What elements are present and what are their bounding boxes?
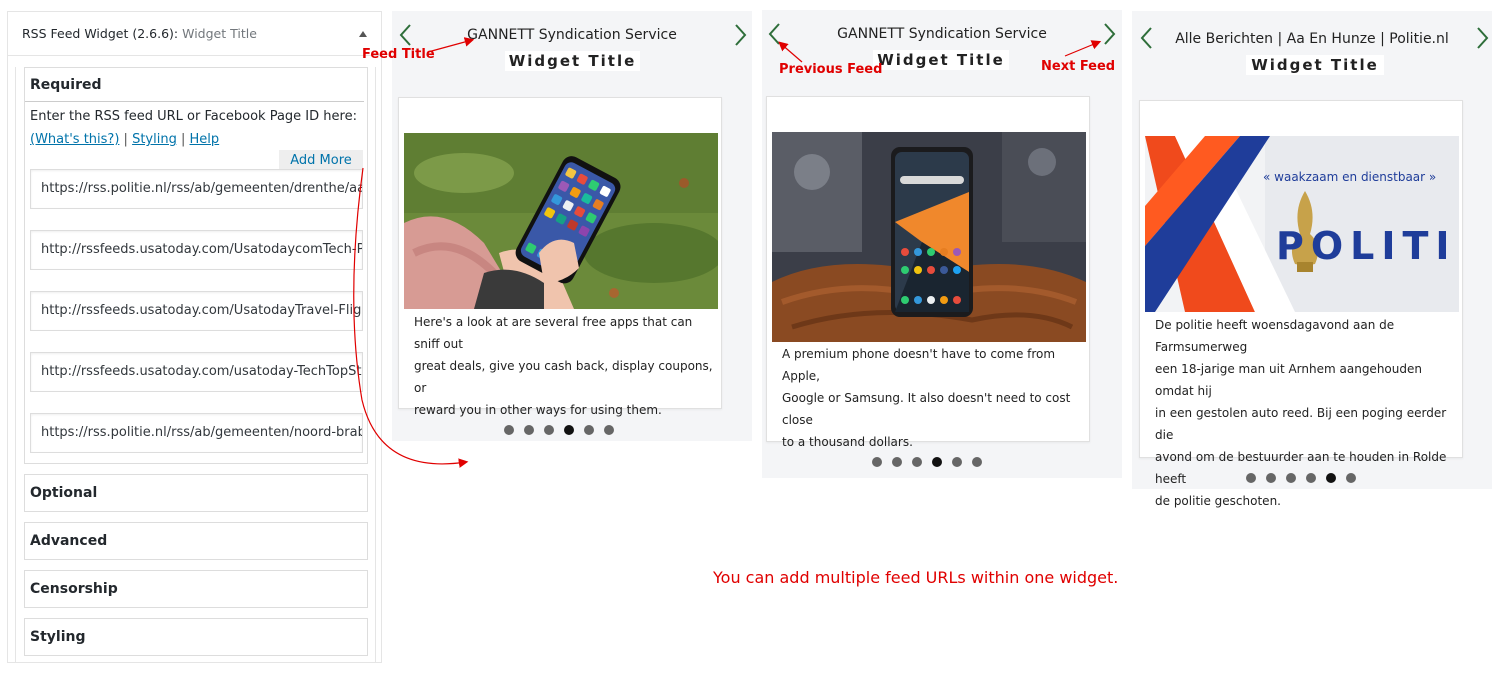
link-separator: | xyxy=(180,132,186,147)
excerpt-line: Here's a look at are several free apps t… xyxy=(414,315,693,351)
excerpt-line: de politie geschoten. xyxy=(1155,494,1281,508)
widget-name: RSS Feed Widget xyxy=(22,26,129,41)
carousel-dots xyxy=(1246,473,1356,483)
feed-widget-3: Alle Berichten | Aa En Hunze | Politie.n… xyxy=(1132,11,1492,508)
feed-url-input-5[interactable]: https://rss.politie.nl/rss/ab/gemeenten/… xyxy=(30,413,363,453)
politie-logo-text: POLITIE xyxy=(1276,224,1459,268)
feed-widget-2: GANNETT Syndication Service Widget Title xyxy=(762,10,1122,478)
widget-heading: Widget Title xyxy=(505,51,640,71)
phone-in-hand-photo[interactable] xyxy=(404,133,718,309)
widget-heading: Widget Title xyxy=(873,50,1009,70)
excerpt-line: Google or Samsung. It also doesn't need … xyxy=(782,391,1071,427)
add-more-button[interactable]: Add More xyxy=(279,150,363,170)
link-separator: | xyxy=(123,132,128,147)
carousel-dot[interactable] xyxy=(1266,473,1276,483)
multiple-feeds-note: You can add multiple feed URLs within on… xyxy=(713,568,1119,587)
excerpt-line: avond om de bestuurder aan te houden in … xyxy=(1155,450,1447,486)
carousel-dots xyxy=(504,425,614,435)
carousel-dot[interactable] xyxy=(604,425,614,435)
next-feed-arrow-icon[interactable] xyxy=(1476,26,1490,50)
carousel-dot[interactable] xyxy=(1306,473,1316,483)
excerpt-line: A premium phone doesn't have to come fro… xyxy=(782,347,1056,383)
feed-item-card[interactable]: « waakzaam en dienstbaar » POLITIE De po… xyxy=(1139,100,1463,508)
styling-link[interactable]: Styling xyxy=(132,132,177,147)
carousel-dot[interactable] xyxy=(524,425,534,435)
required-section: Required Enter the RSS feed URL or Faceb… xyxy=(24,67,368,464)
smartphone-on-cushion-photo[interactable] xyxy=(772,132,1086,342)
help-links: (What's this?) | Styling | Help xyxy=(30,132,219,147)
advanced-section[interactable]: Advanced xyxy=(24,522,368,560)
carousel-dot[interactable] xyxy=(1286,473,1296,483)
carousel-dot-active[interactable] xyxy=(564,425,574,435)
next-feed-annotation: Next Feed xyxy=(1041,59,1116,74)
feed-widget-1: GANNETT Syndication Service Widget Title xyxy=(392,11,752,441)
carousel-dot[interactable] xyxy=(912,457,922,467)
excerpt-line: great deals, give you cash back, display… xyxy=(414,359,713,395)
carousel-dot[interactable] xyxy=(1246,473,1256,483)
feed-title: GANNETT Syndication Service xyxy=(837,26,1047,42)
widget-heading: Widget Title xyxy=(1246,55,1384,75)
feed-title: GANNETT Syndication Service xyxy=(467,27,677,43)
carousel-dot[interactable] xyxy=(504,425,514,435)
next-feed-arrow-icon[interactable] xyxy=(734,23,748,47)
feed-title-annotation: Feed Title xyxy=(362,47,435,62)
carousel-dot-active[interactable] xyxy=(1326,473,1336,483)
politie-car-photo[interactable]: « waakzaam en dienstbaar » POLITIE xyxy=(1145,136,1459,312)
next-feed-arrow-icon[interactable] xyxy=(1103,22,1117,46)
censorship-section[interactable]: Censorship xyxy=(24,570,368,608)
required-section-title[interactable]: Required xyxy=(25,68,364,102)
excerpt-line: een 18-jarige man uit Arnhem aangehouden… xyxy=(1155,362,1422,398)
carousel-dots xyxy=(872,457,982,467)
excerpt-line: De politie heeft woensdagavond aan de Fa… xyxy=(1155,318,1395,354)
collapse-arrow-icon[interactable] xyxy=(359,30,367,37)
carousel-dot[interactable] xyxy=(584,425,594,435)
carousel-dot-active[interactable] xyxy=(932,457,942,467)
feed-url-input-1[interactable]: https://rss.politie.nl/rss/ab/gemeenten/… xyxy=(30,169,363,209)
widget-title-label: Widget Title xyxy=(182,26,257,41)
politie-slogan: « waakzaam en dienstbaar » xyxy=(1263,170,1437,184)
carousel-dot[interactable] xyxy=(952,457,962,467)
feed-url-input-2[interactable]: http://rssfeeds.usatoday.com/Usatodaycom… xyxy=(30,230,363,270)
excerpt-line: in een gestolen auto reed. Bij een pogin… xyxy=(1155,406,1447,442)
feed-url-input-4[interactable]: http://rssfeeds.usatoday.com/usatoday-Te… xyxy=(30,352,363,392)
feed-item-card[interactable]: Here's a look at are several free apps t… xyxy=(398,97,722,417)
feed-title: Alle Berichten | Aa En Hunze | Politie.n… xyxy=(1175,31,1449,47)
feed-item-excerpt: Here's a look at are several free apps t… xyxy=(414,311,714,421)
feed-item-card[interactable]: A premium phone doesn't have to come fro… xyxy=(766,96,1090,449)
carousel-dot[interactable] xyxy=(892,457,902,467)
carousel-dot[interactable] xyxy=(544,425,554,435)
help-link[interactable]: Help xyxy=(190,132,220,147)
whats-this-link[interactable]: (What's this?) xyxy=(30,132,119,147)
feed-url-instructions: Enter the RSS feed URL or Facebook Page … xyxy=(30,109,357,124)
widget-header[interactable]: RSS Feed Widget (2.6.6): Widget Title xyxy=(8,12,381,56)
excerpt-line: to a thousand dollars. xyxy=(782,435,913,449)
excerpt-line: reward you in other ways for using them. xyxy=(414,403,662,417)
widget-body: Required Enter the RSS feed URL or Faceb… xyxy=(15,67,376,662)
optional-section[interactable]: Optional xyxy=(24,474,368,512)
feed-url-input-3[interactable]: http://rssfeeds.usatoday.com/UsatodayTra… xyxy=(30,291,363,331)
styling-section[interactable]: Styling xyxy=(24,618,368,656)
widget-settings-panel: RSS Feed Widget (2.6.6): Widget Title Re… xyxy=(7,11,382,663)
carousel-dot[interactable] xyxy=(872,457,882,467)
previous-feed-annotation: Previous Feed xyxy=(779,62,883,77)
carousel-dot[interactable] xyxy=(972,457,982,467)
carousel-dot[interactable] xyxy=(1346,473,1356,483)
feed-item-excerpt: A premium phone doesn't have to come fro… xyxy=(782,343,1082,453)
widget-version: (2.6.6): xyxy=(132,26,179,41)
